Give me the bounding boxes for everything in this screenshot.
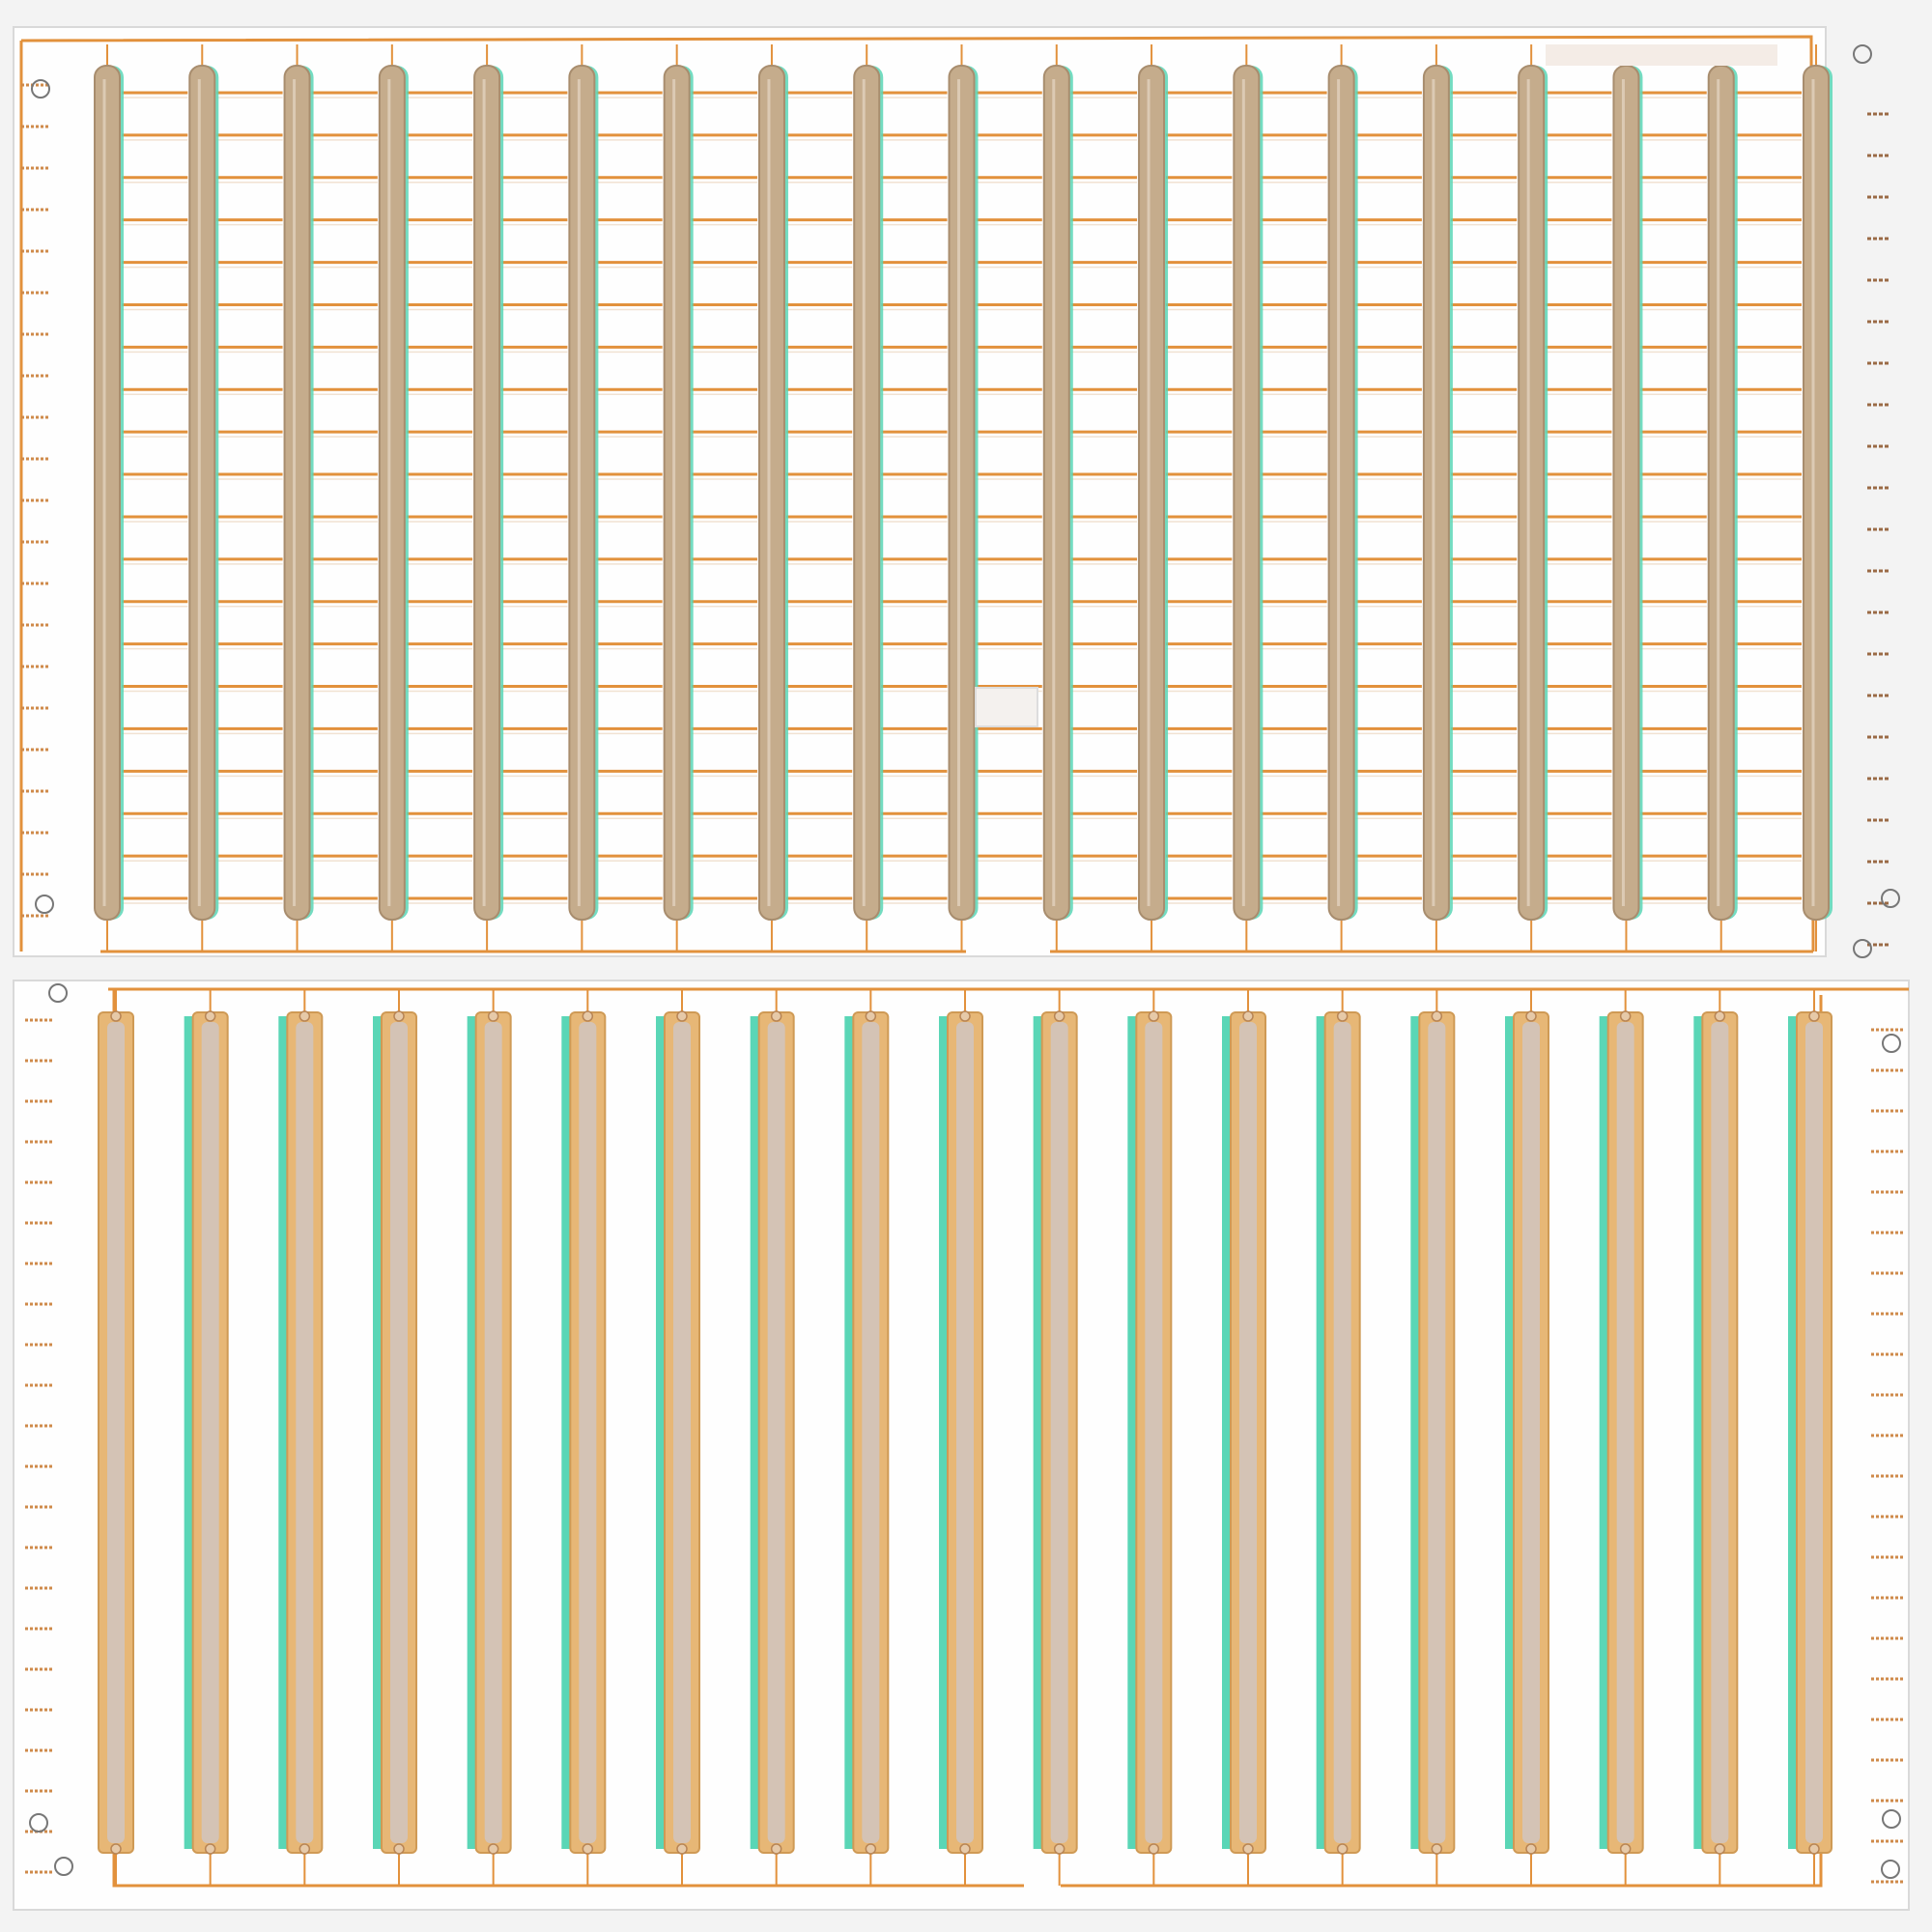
rod <box>1138 65 1166 921</box>
strip-end-cap-bottom <box>487 1843 499 1855</box>
strip-end-cap-top <box>110 1010 122 1022</box>
strip-core <box>1616 1022 1634 1843</box>
strip-core <box>1805 1022 1823 1843</box>
rod <box>1327 65 1355 921</box>
strip-end-cap-bottom <box>865 1843 877 1855</box>
strip-end-cap-top <box>1525 1010 1537 1022</box>
strip-end-cap-bottom <box>676 1843 688 1855</box>
rod <box>1707 65 1735 921</box>
strip-end-cap-top <box>204 1010 216 1022</box>
strip-end-cap-bottom <box>582 1843 594 1855</box>
rod <box>1042 65 1070 921</box>
strip-end-cap-top <box>1336 1010 1349 1022</box>
rod <box>948 65 976 921</box>
strip-core <box>1333 1022 1351 1843</box>
mounting-hole <box>1853 939 1872 958</box>
strip-end-cap-top <box>1714 1010 1726 1022</box>
strip-end-cap-top <box>676 1010 688 1022</box>
strip-end-cap-top <box>298 1010 311 1022</box>
rod <box>663 65 691 921</box>
rod <box>757 65 785 921</box>
strip-end-cap-bottom <box>1336 1843 1349 1855</box>
strip-end-cap-top <box>1148 1010 1160 1022</box>
strip-core <box>107 1022 125 1843</box>
strip-end-cap-bottom <box>298 1843 311 1855</box>
circuit-board-image <box>0 0 1932 1932</box>
strip-core <box>1145 1022 1163 1843</box>
top-panel <box>13 26 1900 958</box>
rod <box>94 65 121 921</box>
strip-end-cap-bottom <box>959 1843 971 1855</box>
rod <box>378 65 406 921</box>
strip-end-cap-bottom <box>1714 1843 1726 1855</box>
strip-core <box>1050 1022 1068 1843</box>
strip-core <box>1239 1022 1257 1843</box>
label-patch <box>975 687 1038 727</box>
strip-end-cap-top <box>1242 1010 1254 1022</box>
strip-end-cap-top <box>1431 1010 1443 1022</box>
rod <box>568 65 596 921</box>
strip-core <box>201 1022 219 1843</box>
rod <box>473 65 501 921</box>
strip-end-cap-bottom <box>1808 1843 1820 1855</box>
strip-end-cap-top <box>1808 1010 1820 1022</box>
bottom-panel <box>13 980 1910 1911</box>
strip-core <box>296 1022 314 1843</box>
rod <box>1233 65 1261 921</box>
strip-end-cap-top <box>1053 1010 1065 1022</box>
strip-core <box>579 1022 597 1843</box>
strip-end-cap-bottom <box>1242 1843 1254 1855</box>
strip-core <box>390 1022 408 1843</box>
strip-end-cap-bottom <box>393 1843 405 1855</box>
rod <box>853 65 881 921</box>
rod <box>1803 65 1830 921</box>
strip-end-cap-bottom <box>1619 1843 1632 1855</box>
strip-core <box>1711 1022 1729 1843</box>
strip-end-cap-bottom <box>1525 1843 1537 1855</box>
strip-end-cap-top <box>393 1010 405 1022</box>
strip-end-cap-bottom <box>770 1843 782 1855</box>
rod <box>1518 65 1546 921</box>
strip-core <box>956 1022 974 1843</box>
strip-end-cap-top <box>582 1010 594 1022</box>
strip-end-cap-top <box>865 1010 877 1022</box>
strip-end-cap-top <box>959 1010 971 1022</box>
strip-end-cap-bottom <box>110 1843 122 1855</box>
strip-end-cap-top <box>487 1010 499 1022</box>
rod <box>1422 65 1450 921</box>
strip-end-cap-bottom <box>1053 1843 1065 1855</box>
strip-core <box>1428 1022 1446 1843</box>
strip-end-cap-bottom <box>204 1843 216 1855</box>
strip-core <box>1522 1022 1540 1843</box>
strip-end-cap-bottom <box>1148 1843 1160 1855</box>
rod <box>1612 65 1640 921</box>
mounting-hole <box>1853 44 1872 64</box>
strip-core <box>862 1022 880 1843</box>
mounting-hole <box>1881 889 1900 908</box>
strip-core <box>484 1022 502 1843</box>
strip-end-cap-bottom <box>1431 1843 1443 1855</box>
strip-core <box>673 1022 691 1843</box>
strip-core <box>767 1022 785 1843</box>
rod <box>188 65 216 921</box>
faded-marking <box>1546 44 1777 66</box>
rod <box>283 65 311 921</box>
strip-end-cap-top <box>1619 1010 1632 1022</box>
strip-end-cap-top <box>770 1010 782 1022</box>
